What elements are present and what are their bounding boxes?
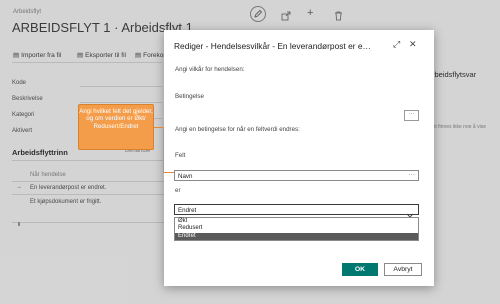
callout-annotation: Angi hvilket felt det gjelder, og om ver… <box>78 104 154 150</box>
field-change-text: Angi en betingelse for når en feltverdi … <box>175 126 300 133</box>
close-icon[interactable]: ✕ <box>409 39 417 50</box>
field-input-value: Navn <box>178 172 193 180</box>
expand-icon[interactable]: ⤢ <box>393 39 400 50</box>
callout-connector <box>163 172 174 173</box>
change-type-options: Økt Redusert Endret <box>174 217 419 241</box>
dialog-title: Rediger - Hendelsesvilkår - En leverandø… <box>174 41 371 51</box>
option-increased[interactable]: Økt <box>175 218 418 225</box>
option-decreased[interactable]: Redusert <box>175 225 418 232</box>
callout-connector <box>163 127 164 173</box>
edit-event-conditions-dialog: Rediger - Hendelsesvilkår - En leverandø… <box>164 30 434 286</box>
condition-more-button[interactable]: ··· <box>404 110 419 121</box>
is-label: er <box>175 187 181 194</box>
intro-text: Angi vilkår for hendelsen: <box>175 66 245 73</box>
condition-label: Betingelse <box>175 93 204 100</box>
field-label: Felt <box>175 152 186 159</box>
field-lookup-icon[interactable]: ··· <box>409 171 416 178</box>
option-changed[interactable]: Endret <box>175 232 418 240</box>
field-input[interactable]: Navn ··· <box>174 170 419 181</box>
change-type-value: Endret <box>178 206 197 214</box>
ok-button[interactable]: OK <box>342 263 378 276</box>
cancel-button[interactable]: Avbryt <box>384 263 422 276</box>
change-type-select[interactable]: Endret <box>174 204 419 218</box>
